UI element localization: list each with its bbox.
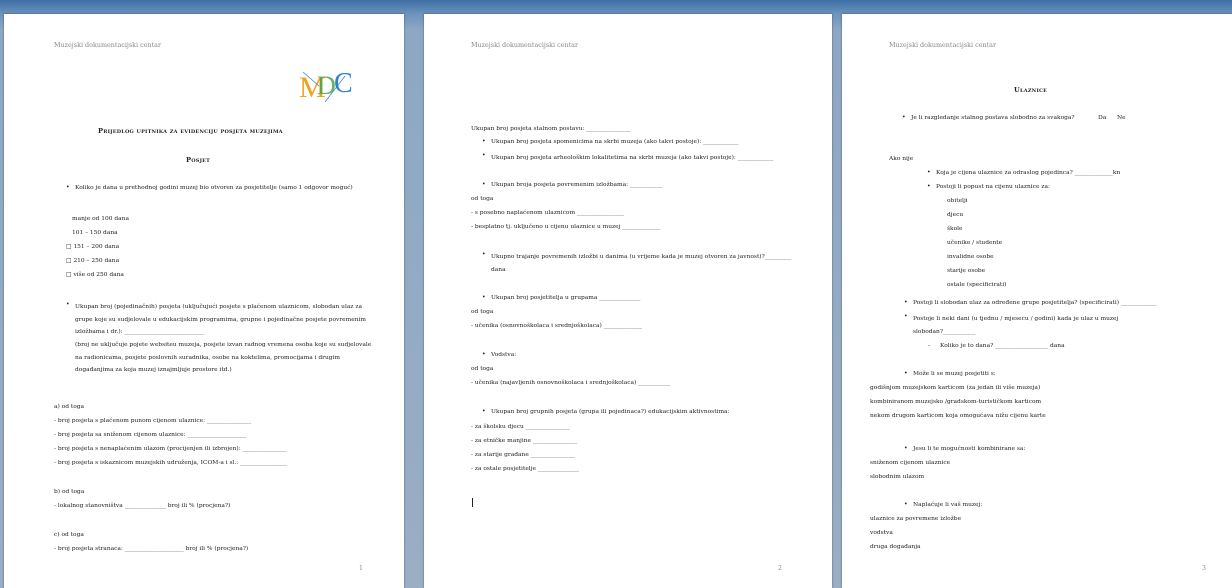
option-item: □ više od 250 dana xyxy=(66,272,124,278)
field-line: - učenika (osnovnoškolaca i srednjoškola… xyxy=(471,323,642,329)
dash-icon: - xyxy=(928,342,931,349)
question-combined: Jesu li te mogućnosti kombinirane sa: xyxy=(913,446,1026,452)
mdc-logo: M D C xyxy=(299,68,353,104)
question-free-entry: Je li razgledanje stalnog postava slobod… xyxy=(911,115,1075,121)
bullet-icon: • xyxy=(482,138,486,145)
field-line: - broj posjeta s plaćenom punom cijenom … xyxy=(54,418,252,424)
bullet-icon: • xyxy=(904,299,908,306)
field-line: Ukupan broj posjeta arheološkim lokalite… xyxy=(491,155,774,161)
page-number: 3 xyxy=(1202,565,1206,572)
field-line: Koliko je to dana? __________________ da… xyxy=(940,343,1065,349)
discount-item: obitelji xyxy=(947,198,968,204)
discount-item: djecu xyxy=(947,212,964,218)
field-line: - broj posjeta sa sniženom cijenom ulazn… xyxy=(54,432,247,438)
section-title: Posjet xyxy=(186,156,211,164)
bullet-icon: • xyxy=(482,251,486,258)
field-line: - za školsku djecu _______________ xyxy=(471,424,570,430)
field-line: vodstva xyxy=(870,530,893,536)
label-ako-nije: Ako nije xyxy=(889,156,914,162)
discount-item: učenike / studente xyxy=(947,240,1003,246)
option-item: manje od 100 dana xyxy=(72,216,129,222)
option-item: □ 210 – 250 dana xyxy=(66,258,120,264)
field-line: Ukupno trajanje povremenih izložbi u dan… xyxy=(491,254,792,273)
bullet-icon: • xyxy=(902,114,906,121)
field-line: - broj posjeta s nenaplaćenim ulazom (pr… xyxy=(54,446,287,452)
bullet-icon: • xyxy=(904,370,908,377)
question-days-open: Koliko je dana u prethodnoj godini muzej… xyxy=(75,185,353,191)
field-line: Ukupan broj posjeta stalnom postavu: ___… xyxy=(471,126,631,132)
document-viewport[interactable]: Muzejski dokumentacijski centar M D C Pr… xyxy=(0,0,1232,588)
field-line: ulaznice za povremene izložbe xyxy=(870,516,962,522)
bullet-icon: • xyxy=(904,313,908,320)
bullet-icon: • xyxy=(927,183,931,190)
discount-item: invalidne osobe xyxy=(947,254,994,260)
page-header: Muzejski dokumentacijski centar xyxy=(471,41,579,49)
field-line: druga događanja xyxy=(870,544,921,550)
section-c-heading: c) od toga xyxy=(54,532,84,538)
discount-item: starije osobe xyxy=(947,268,986,274)
page-header: Muzejski dokumentacijski centar xyxy=(54,41,162,49)
field-line: - besplatno tj. uključeno u cijenu ulazn… xyxy=(471,224,661,230)
section-a-heading: a) od toga xyxy=(54,404,85,410)
field-line: godišnjom muzejskom karticom (za jedan i… xyxy=(870,385,1041,391)
field-line: - za etničke manjine _______________ xyxy=(471,438,578,444)
field-line: - lokalnog stanovništva ______________ b… xyxy=(54,503,231,509)
bullet-icon: • xyxy=(482,181,486,188)
field-line: - broj posjeta s iskaznicom muzejskih ud… xyxy=(54,460,288,466)
option-yes[interactable]: Da xyxy=(1098,114,1106,122)
option-item: 101 – 150 dana xyxy=(72,230,118,236)
question-cards: Može li se muzej posjetiti s: xyxy=(913,371,996,377)
document-page-2[interactable]: Muzejski dokumentacijski centar Ukupan b… xyxy=(424,14,832,588)
label-od-toga: od toga xyxy=(471,366,494,372)
field-line: sniženom cijenom ulaznice xyxy=(870,460,951,466)
option-item: □ 151 – 200 dana xyxy=(66,244,120,250)
svg-text:C: C xyxy=(334,68,353,99)
field-line: Postoje li neki dani (u tjednu / mjesecu… xyxy=(913,316,1119,335)
field-line: Ukupan broja posjeta povremenim izložbam… xyxy=(491,182,663,188)
field-line: - broj posjeta stranaca: _______________… xyxy=(54,546,249,552)
label-od-toga: od toga xyxy=(471,196,494,202)
document-page-1[interactable]: Muzejski dokumentacijski centar M D C Pr… xyxy=(4,14,404,588)
question-total-visits: Ukupan broj (pojedinačnih) posjeta (uklj… xyxy=(75,304,366,335)
field-line: - učenika (najavljenih osnovnoškolaca i … xyxy=(471,380,671,386)
question-charges: Naplaćuje li vaš muzej: xyxy=(913,502,983,508)
document-title: Prijedlog upitnika za evidenciju posjeta… xyxy=(98,127,283,135)
bullet-icon: • xyxy=(482,152,486,159)
section-title: Ulaznice xyxy=(1014,86,1048,94)
bullet-icon: • xyxy=(66,184,70,191)
field-line: - za starije građane _______________ xyxy=(471,452,575,458)
option-no[interactable]: Ne xyxy=(1117,114,1126,122)
field-line: kombiniranom muzejsko /gradskom-turistič… xyxy=(870,399,1042,405)
question-note: (broj ne uključuje pojete websiteu muzej… xyxy=(75,342,372,373)
discount-item: ostale (specificirati) xyxy=(947,282,1007,288)
bullet-icon: • xyxy=(927,169,931,176)
bullet-icon: • xyxy=(482,351,486,358)
page-header: Muzejski dokumentacijski centar xyxy=(889,41,997,49)
field-line: Koja je cijena ulaznice za odraslog poje… xyxy=(936,170,1121,176)
field-line: slobodnim ulazom xyxy=(870,474,925,480)
discount-item: škole xyxy=(947,226,963,232)
field-line: Postoji li popust na cijenu ulaznice za: xyxy=(936,184,1050,190)
field-line: Ukupan broj posjetitelja u grupama _____… xyxy=(491,295,641,301)
text-cursor xyxy=(472,498,474,507)
document-page-3[interactable]: Muzejski dokumentacijski centar Ulaznice… xyxy=(842,14,1232,588)
section-b-heading: b) od toga xyxy=(54,489,85,495)
field-line: Vodstva: xyxy=(491,352,517,358)
label-od-toga: od toga xyxy=(471,309,494,315)
bullet-icon: • xyxy=(904,445,908,452)
field-line: Ukupan broj grupnih posjeta (grupa ili p… xyxy=(491,409,730,415)
field-line: - s posebno naplaćenom ulaznicom _______… xyxy=(471,210,625,216)
bullet-icon: • xyxy=(482,294,486,301)
field-line: - za ostale posjetitelje ______________ xyxy=(471,466,580,472)
field-line: Postoji li slobodan ulaz za određene gru… xyxy=(913,300,1157,306)
page-number: 1 xyxy=(359,565,363,572)
bullet-icon: • xyxy=(482,408,486,415)
bullet-icon: • xyxy=(904,501,908,508)
page-number: 2 xyxy=(778,565,782,572)
field-line: nekom drugom karticom koja omogućava niž… xyxy=(870,413,1046,419)
svg-text:D: D xyxy=(317,71,336,100)
field-line: Ukupan broj posjeta spomenicima na skrbi… xyxy=(491,139,739,145)
bullet-icon: • xyxy=(66,301,70,308)
